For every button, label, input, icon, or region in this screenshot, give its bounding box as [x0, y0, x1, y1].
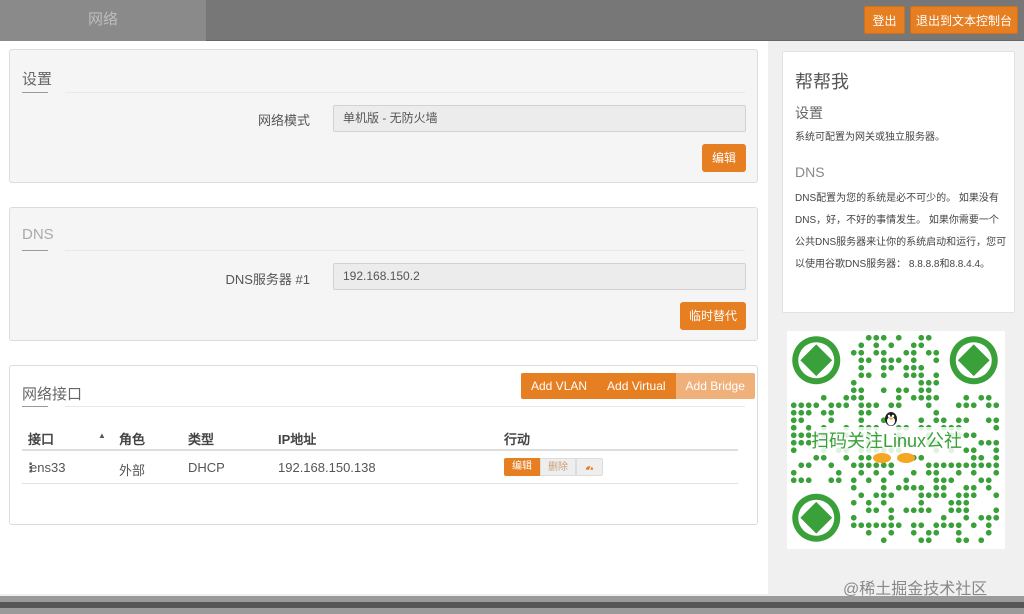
dns-server-label: DNS服务器 #1	[225, 272, 310, 287]
network-mode-field[interactable]: 单机版 - 无防火墙	[333, 105, 746, 132]
column-interface[interactable]: 接口	[28, 429, 54, 448]
dns-title: DNS	[22, 226, 54, 243]
interfaces-title-rule	[65, 406, 745, 407]
help-settings-heading: 设置	[795, 105, 823, 121]
dns-panel: DNS DNS服务器 #1 192.168.150.2 临时替代	[9, 207, 758, 341]
column-ip[interactable]: IP地址	[278, 429, 316, 448]
cell-type: DHCP	[188, 460, 225, 475]
network-mode-label: 网络模式	[257, 113, 310, 128]
add-bridge-button[interactable]: Add Bridge	[675, 373, 755, 399]
logout-button[interactable]: 登出	[864, 6, 905, 34]
dns-title-underline	[22, 250, 48, 251]
scrollbar-track[interactable]	[0, 602, 1024, 608]
row-delete-button[interactable]: 删除	[540, 458, 576, 476]
dns-override-button[interactable]: 临时替代	[680, 302, 746, 330]
settings-edit-button[interactable]: 编辑	[702, 144, 746, 172]
interfaces-panel: 网络接口 Add VLAN Add Virtual Add Bridge 接口 …	[9, 365, 758, 525]
row-stats-button[interactable]	[576, 458, 603, 476]
help-dns-text: DNS配置为您的系统是必不可少的。 如果没有DNS，好，不好的事情发生。 如果你…	[795, 193, 1007, 270]
cell-role: 外部	[119, 463, 146, 478]
add-vlan-button[interactable]: Add VLAN	[521, 373, 598, 399]
text-console-button[interactable]: 退出到文本控制台	[910, 6, 1018, 34]
table-row: ⋮ ens33 外部 DHCP 192.168.150.138 编辑 删除	[22, 451, 738, 484]
help-panel: 帮帮我 设置 系统可配置为网关或独立服务器。 DNS DNS配置为您的系统是必不…	[782, 51, 1015, 313]
row-edit-button[interactable]: 编辑	[504, 458, 540, 476]
add-interface-button-group: Add VLAN Add Virtual Add Bridge	[521, 373, 755, 399]
top-bar: 网络 登出 退出到文本控制台	[0, 0, 1024, 41]
penguin-icon	[885, 412, 897, 426]
settings-title-underline	[22, 92, 48, 93]
add-virtual-button[interactable]: Add Virtual	[597, 373, 676, 399]
interfaces-title-underline	[22, 406, 48, 407]
column-action: 行动	[504, 432, 531, 447]
interfaces-title: 网络接口	[22, 386, 83, 403]
cell-ip: 192.168.150.138	[278, 460, 376, 475]
column-role[interactable]: 角色	[119, 429, 145, 448]
main-content: 设置 网络模式 单机版 - 无防火墙 编辑 DNS DNS服务器 #1 192.…	[0, 41, 768, 594]
settings-panel: 设置 网络模式 单机版 - 无防火墙 编辑	[9, 49, 758, 183]
penguin-feet-icon	[873, 453, 915, 463]
help-dns-heading: DNS	[795, 164, 825, 180]
tab-network[interactable]: 网络	[0, 0, 206, 41]
column-type[interactable]: 类型	[188, 429, 214, 448]
dns-title-rule	[65, 250, 745, 251]
help-settings-text: 系统可配置为网关或独立服务器。	[795, 132, 945, 143]
sort-asc-icon[interactable]: ▲	[98, 431, 106, 440]
help-title: 帮帮我	[795, 72, 849, 92]
cell-interface: ens33	[30, 460, 66, 475]
settings-title-rule	[65, 92, 745, 93]
bottom-scrollbar[interactable]	[0, 596, 1024, 614]
dns-server-field[interactable]: 192.168.150.2	[333, 263, 746, 290]
gauge-icon	[585, 465, 594, 470]
settings-title: 设置	[22, 71, 53, 88]
